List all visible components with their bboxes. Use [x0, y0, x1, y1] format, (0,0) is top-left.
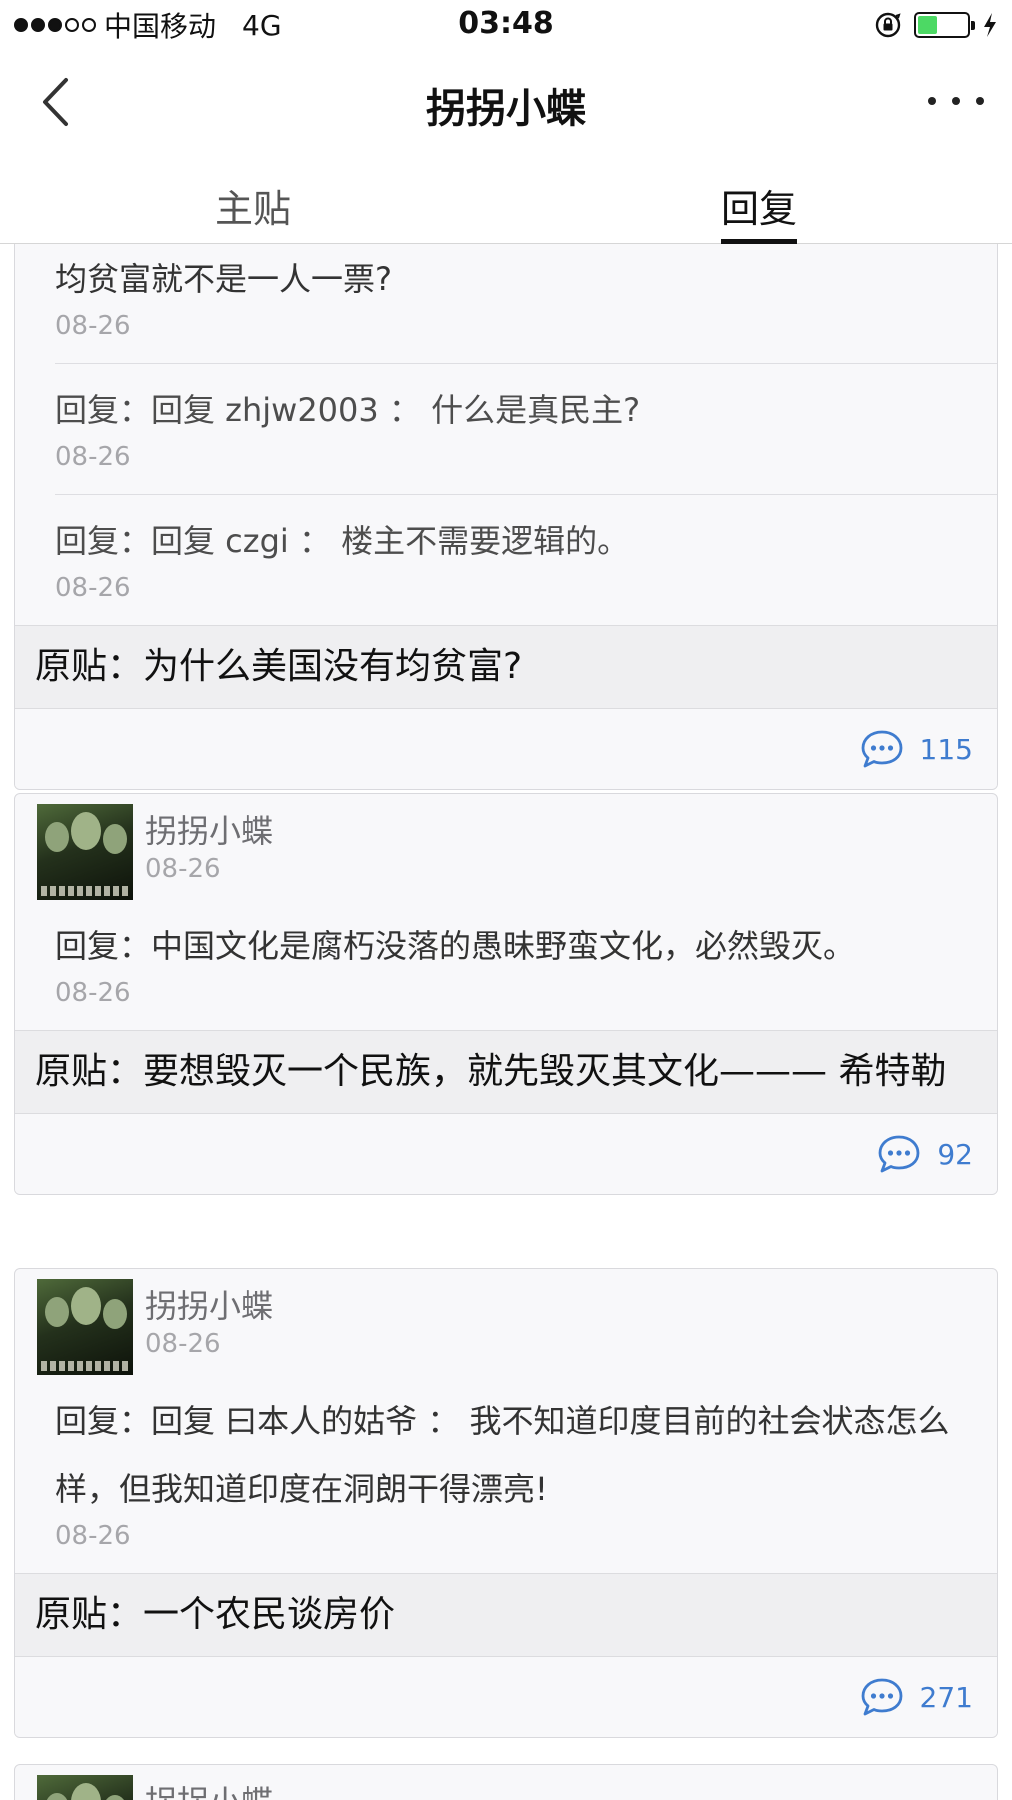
- original-post-title: 一个农民谈房价: [143, 1594, 396, 1635]
- reply-date: 08-26: [55, 573, 131, 603]
- user-header: 拐拐小蝶: [15, 1765, 997, 1800]
- reply-text: 回复：回复 曰本人的姑爷 ： 我不知道印度目前的社会状态怎么样，但我知道印度在洞…: [55, 1402, 950, 1508]
- comment-button[interactable]: 92: [877, 1132, 973, 1176]
- post-date: 08-26: [145, 854, 221, 884]
- user-name[interactable]: 拐拐小蝶: [145, 1281, 273, 1327]
- nav-bar: 拐拐小蝶: [0, 50, 1012, 160]
- avatar[interactable]: [37, 1775, 133, 1800]
- reply-item[interactable]: 回复：回复 曰本人的姑爷 ： 我不知道印度目前的社会状态怎么样，但我知道印度在洞…: [15, 1381, 997, 1549]
- comment-count: 271: [919, 1680, 973, 1714]
- user-header: 拐拐小蝶 08-26: [15, 794, 997, 906]
- status-time: 03:48: [458, 6, 554, 41]
- user-name[interactable]: 拐拐小蝶: [145, 806, 273, 852]
- comment-bubble-icon: [861, 1678, 902, 1716]
- reply-item[interactable]: 均贫富就不是一人一票? 08-26: [15, 245, 997, 339]
- reply-date: 08-26: [55, 1521, 131, 1551]
- comment-bubble-icon: [861, 730, 902, 768]
- reply-date: 08-26: [55, 442, 131, 472]
- page-title: 拐拐小蝶: [426, 86, 586, 132]
- comment-count: 115: [919, 732, 973, 766]
- original-post-title: 为什么美国没有均贫富?: [143, 646, 523, 687]
- original-post-link[interactable]: 原贴：一个农民谈房价: [15, 1573, 997, 1657]
- reply-text: 回复：回复 czgi ： 楼主不需要逻辑的。: [55, 522, 630, 560]
- reply-text: 均贫富就不是一人一票?: [55, 260, 392, 298]
- reply-item[interactable]: 回复：回复 zhjw2003 ： 什么是真民主? 08-26: [15, 364, 997, 470]
- avatar[interactable]: [37, 804, 133, 900]
- original-post-link[interactable]: 原贴：为什么美国没有均贫富?: [15, 625, 997, 709]
- more-dot-icon: [928, 97, 936, 105]
- user-name[interactable]: 拐拐小蝶: [145, 1777, 273, 1800]
- comment-bubble-icon: [878, 1135, 920, 1173]
- tab-main-post[interactable]: 主贴: [0, 160, 506, 244]
- user-header: 拐拐小蝶 08-26: [15, 1269, 997, 1381]
- comment-button[interactable]: 115: [860, 727, 973, 771]
- reply-feed[interactable]: 均贫富就不是一人一票? 08-26 回复：回复 zhjw2003 ： 什么是真民…: [0, 244, 1012, 1800]
- reply-card[interactable]: 拐拐小蝶 08-26 回复：中国文化是腐朽没落的愚昧野蛮文化，必然毁灭。 08-…: [14, 793, 998, 1195]
- status-bar: 中国移动 4G 03:48: [0, 0, 1012, 50]
- reply-card[interactable]: 拐拐小蝶 08-26 回复：回复 曰本人的姑爷 ： 我不知道印度目前的社会状态怎…: [14, 1268, 998, 1738]
- card-footer: 115: [15, 709, 997, 789]
- tab-bar: 主贴 回复: [0, 160, 1012, 244]
- rotation-lock-icon: [875, 12, 901, 38]
- post-date: 08-26: [145, 1329, 221, 1359]
- original-post-title: 要想毁灭一个民族，就先毁灭其文化——— 希特勒: [143, 1051, 947, 1092]
- tab-label: 主贴: [214, 187, 291, 231]
- more-options-button[interactable]: [928, 86, 984, 116]
- more-dot-icon: [952, 97, 960, 105]
- original-post-label: 原贴：: [35, 646, 144, 687]
- reply-card[interactable]: 拐拐小蝶: [14, 1764, 998, 1800]
- reply-item[interactable]: 回复：回复 czgi ： 楼主不需要逻辑的。 08-26: [15, 495, 997, 601]
- card-footer: 92: [15, 1114, 997, 1194]
- tab-replies[interactable]: 回复: [506, 160, 1012, 244]
- original-post-label: 原贴：: [35, 1594, 144, 1635]
- reply-date: 08-26: [55, 978, 131, 1008]
- original-post-label: 原贴：: [35, 1051, 144, 1092]
- more-dot-icon: [976, 97, 984, 105]
- original-post-link[interactable]: 原贴：要想毁灭一个民族，就先毁灭其文化——— 希特勒: [15, 1030, 997, 1114]
- avatar[interactable]: [37, 1279, 133, 1375]
- reply-text: 回复：回复 zhjw2003 ： 什么是真民主?: [55, 391, 641, 429]
- card-footer: 271: [15, 1657, 997, 1737]
- reply-card[interactable]: 均贫富就不是一人一票? 08-26 回复：回复 zhjw2003 ： 什么是真民…: [14, 244, 998, 790]
- tab-label: 回复: [720, 160, 798, 244]
- comment-count: 92: [937, 1137, 973, 1171]
- reply-item[interactable]: 回复：中国文化是腐朽没落的愚昧野蛮文化，必然毁灭。 08-26: [15, 906, 997, 1006]
- reply-text: 回复：中国文化是腐朽没落的愚昧野蛮文化，必然毁灭。: [55, 927, 856, 965]
- battery-icon: [914, 12, 975, 38]
- comment-button[interactable]: 271: [860, 1675, 973, 1719]
- charging-icon: [984, 13, 996, 37]
- reply-date: 08-26: [55, 311, 131, 341]
- status-right: [874, 8, 998, 42]
